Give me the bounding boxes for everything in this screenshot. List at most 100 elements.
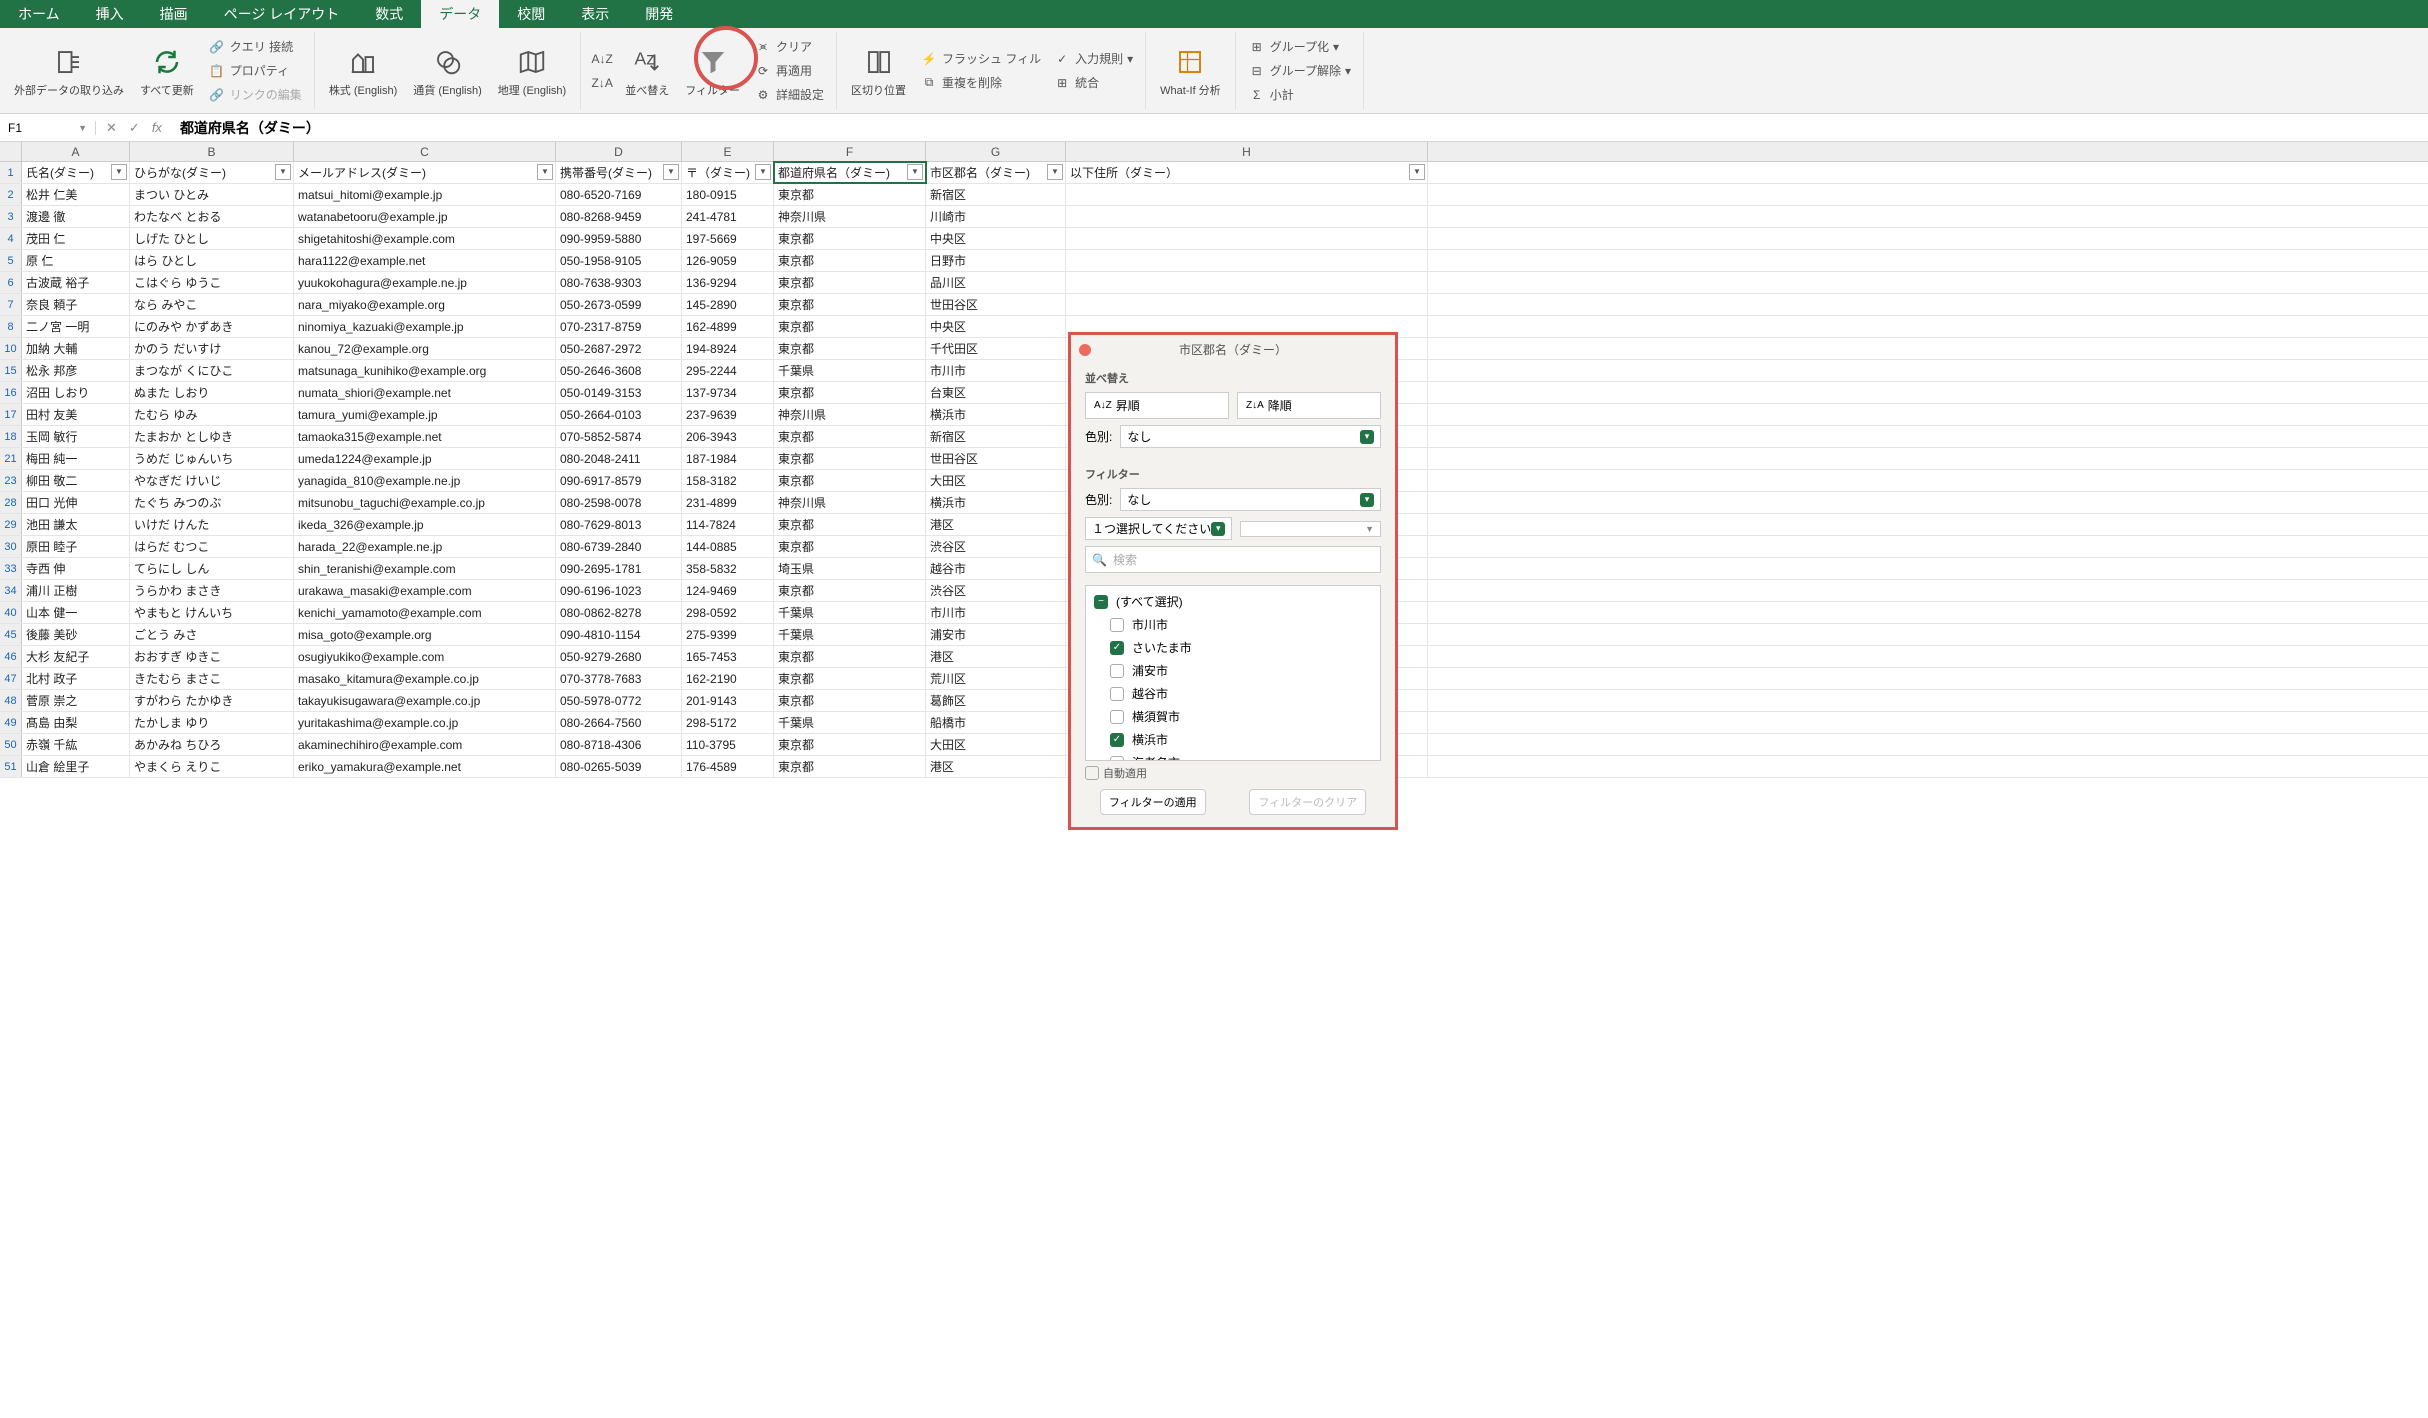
- cell[interactable]: 東京都: [774, 448, 926, 469]
- checkbox-icon[interactable]: ✓: [1110, 733, 1124, 747]
- cell[interactable]: 162-4899: [682, 316, 774, 337]
- cell[interactable]: eriko_yamakura@example.net: [294, 756, 556, 777]
- cell[interactable]: 東京都: [774, 250, 926, 271]
- cell[interactable]: たまおか としゆき: [130, 426, 294, 447]
- ribbon-tab-数式[interactable]: 数式: [357, 0, 421, 28]
- cancel-icon[interactable]: ✕: [106, 120, 117, 136]
- checkbox-icon[interactable]: ✓: [1110, 641, 1124, 655]
- cell[interactable]: 231-4899: [682, 492, 774, 513]
- filter-dropdown-icon[interactable]: ▼: [1409, 164, 1425, 180]
- cell[interactable]: 田口 光伸: [22, 492, 130, 513]
- cell[interactable]: やまくら えりこ: [130, 756, 294, 777]
- row-header[interactable]: 50: [0, 734, 22, 755]
- cell[interactable]: 136-9294: [682, 272, 774, 293]
- header-cell[interactable]: 市区郡名（ダミー)▼: [926, 162, 1066, 183]
- cell[interactable]: 124-9469: [682, 580, 774, 601]
- checkbox-icon[interactable]: [1110, 664, 1124, 678]
- cell[interactable]: 137-9734: [682, 382, 774, 403]
- ungroup-button[interactable]: ⊟グループ解除 ▾: [1244, 60, 1355, 82]
- cell[interactable]: 126-9059: [682, 250, 774, 271]
- col-header[interactable]: F: [774, 142, 926, 161]
- row-header[interactable]: 16: [0, 382, 22, 403]
- row-header[interactable]: 48: [0, 690, 22, 711]
- cell[interactable]: [1066, 184, 1428, 205]
- enter-icon[interactable]: ✓: [129, 120, 140, 136]
- filter-item[interactable]: 市川市: [1090, 613, 1376, 636]
- cell[interactable]: 050-2687-2972: [556, 338, 682, 359]
- row-header[interactable]: 7: [0, 294, 22, 315]
- cell[interactable]: harada_22@example.ne.jp: [294, 536, 556, 557]
- cell[interactable]: いけだ けんた: [130, 514, 294, 535]
- cell[interactable]: 加納 大輔: [22, 338, 130, 359]
- cell[interactable]: 東京都: [774, 338, 926, 359]
- filter-search-input[interactable]: 🔍 検索: [1085, 546, 1381, 573]
- row-header[interactable]: 4: [0, 228, 22, 249]
- filter-value-select[interactable]: ▼: [1240, 521, 1381, 537]
- cell[interactable]: こはぐら ゆうこ: [130, 272, 294, 293]
- ribbon-tab-開発[interactable]: 開発: [627, 0, 691, 28]
- row-header[interactable]: 33: [0, 558, 22, 579]
- cell[interactable]: 北村 政子: [22, 668, 130, 689]
- stocks-button[interactable]: 株式 (English): [323, 42, 403, 100]
- cell[interactable]: 千代田区: [926, 338, 1066, 359]
- cell[interactable]: あかみね ちひろ: [130, 734, 294, 755]
- flash-fill-button[interactable]: ⚡フラッシュ フィル: [916, 48, 1045, 70]
- name-box[interactable]: F1▼: [0, 121, 96, 135]
- cell[interactable]: やなぎだ けいじ: [130, 470, 294, 491]
- cell[interactable]: 千葉県: [774, 360, 926, 381]
- cell[interactable]: ninomiya_kazuaki@example.jp: [294, 316, 556, 337]
- filter-item[interactable]: 越谷市: [1090, 682, 1376, 705]
- cell[interactable]: 180-0915: [682, 184, 774, 205]
- filter-color-select[interactable]: なし▾: [1120, 488, 1381, 511]
- cell[interactable]: hara1122@example.net: [294, 250, 556, 271]
- cell[interactable]: 赤嶺 千紘: [22, 734, 130, 755]
- row-header[interactable]: 15: [0, 360, 22, 381]
- auto-apply-checkbox[interactable]: 自動適用: [1071, 765, 1395, 785]
- cell[interactable]: 山倉 絵里子: [22, 756, 130, 777]
- cell[interactable]: 寺西 伸: [22, 558, 130, 579]
- cell[interactable]: 東京都: [774, 426, 926, 447]
- cell[interactable]: [1066, 272, 1428, 293]
- cell[interactable]: 070-3778-7683: [556, 668, 682, 689]
- cell[interactable]: 070-5852-5874: [556, 426, 682, 447]
- ribbon-tab-表示[interactable]: 表示: [563, 0, 627, 28]
- row-header[interactable]: 47: [0, 668, 22, 689]
- cell[interactable]: たむら ゆみ: [130, 404, 294, 425]
- cell[interactable]: 梅田 純一: [22, 448, 130, 469]
- external-data-button[interactable]: 外部データの取り込み: [8, 42, 130, 100]
- cell[interactable]: たかしま ゆり: [130, 712, 294, 733]
- cell[interactable]: kenichi_yamamoto@example.com: [294, 602, 556, 623]
- cell[interactable]: 東京都: [774, 756, 926, 777]
- cell[interactable]: 090-9959-5880: [556, 228, 682, 249]
- filter-item[interactable]: ✓横浜市: [1090, 728, 1376, 751]
- cell[interactable]: 埼玉県: [774, 558, 926, 579]
- row-header[interactable]: 8: [0, 316, 22, 337]
- cell[interactable]: matsunaga_kunihiko@example.org: [294, 360, 556, 381]
- cell[interactable]: urakawa_masaki@example.com: [294, 580, 556, 601]
- filter-checklist[interactable]: − (すべて選択) 市川市✓さいたま市浦安市越谷市横須賀市✓横浜市海老名市: [1085, 585, 1381, 761]
- cell[interactable]: kanou_72@example.org: [294, 338, 556, 359]
- cell[interactable]: 荒川区: [926, 668, 1066, 689]
- cell[interactable]: おおすぎ ゆきこ: [130, 646, 294, 667]
- cell[interactable]: 090-6196-1023: [556, 580, 682, 601]
- cell[interactable]: 東京都: [774, 734, 926, 755]
- cell[interactable]: ikeda_326@example.jp: [294, 514, 556, 535]
- cell[interactable]: 千葉県: [774, 712, 926, 733]
- cell[interactable]: 渋谷区: [926, 580, 1066, 601]
- cell[interactable]: たぐち みつのぶ: [130, 492, 294, 513]
- row-header[interactable]: 6: [0, 272, 22, 293]
- cell[interactable]: 神奈川県: [774, 492, 926, 513]
- cell[interactable]: 港区: [926, 756, 1066, 777]
- cell[interactable]: 東京都: [774, 294, 926, 315]
- row-header[interactable]: 46: [0, 646, 22, 667]
- ribbon-tab-ページ レイアウト[interactable]: ページ レイアウト: [206, 0, 358, 28]
- cell[interactable]: 古波蔵 裕子: [22, 272, 130, 293]
- cell[interactable]: 東京都: [774, 514, 926, 535]
- row-header[interactable]: 3: [0, 206, 22, 227]
- filter-item[interactable]: 横須賀市: [1090, 705, 1376, 728]
- cell[interactable]: 110-3795: [682, 734, 774, 755]
- header-cell[interactable]: 〒（ダミー)▼: [682, 162, 774, 183]
- cell[interactable]: 大杉 友紀子: [22, 646, 130, 667]
- cell[interactable]: 080-8268-9459: [556, 206, 682, 227]
- cell[interactable]: ごとう みさ: [130, 624, 294, 645]
